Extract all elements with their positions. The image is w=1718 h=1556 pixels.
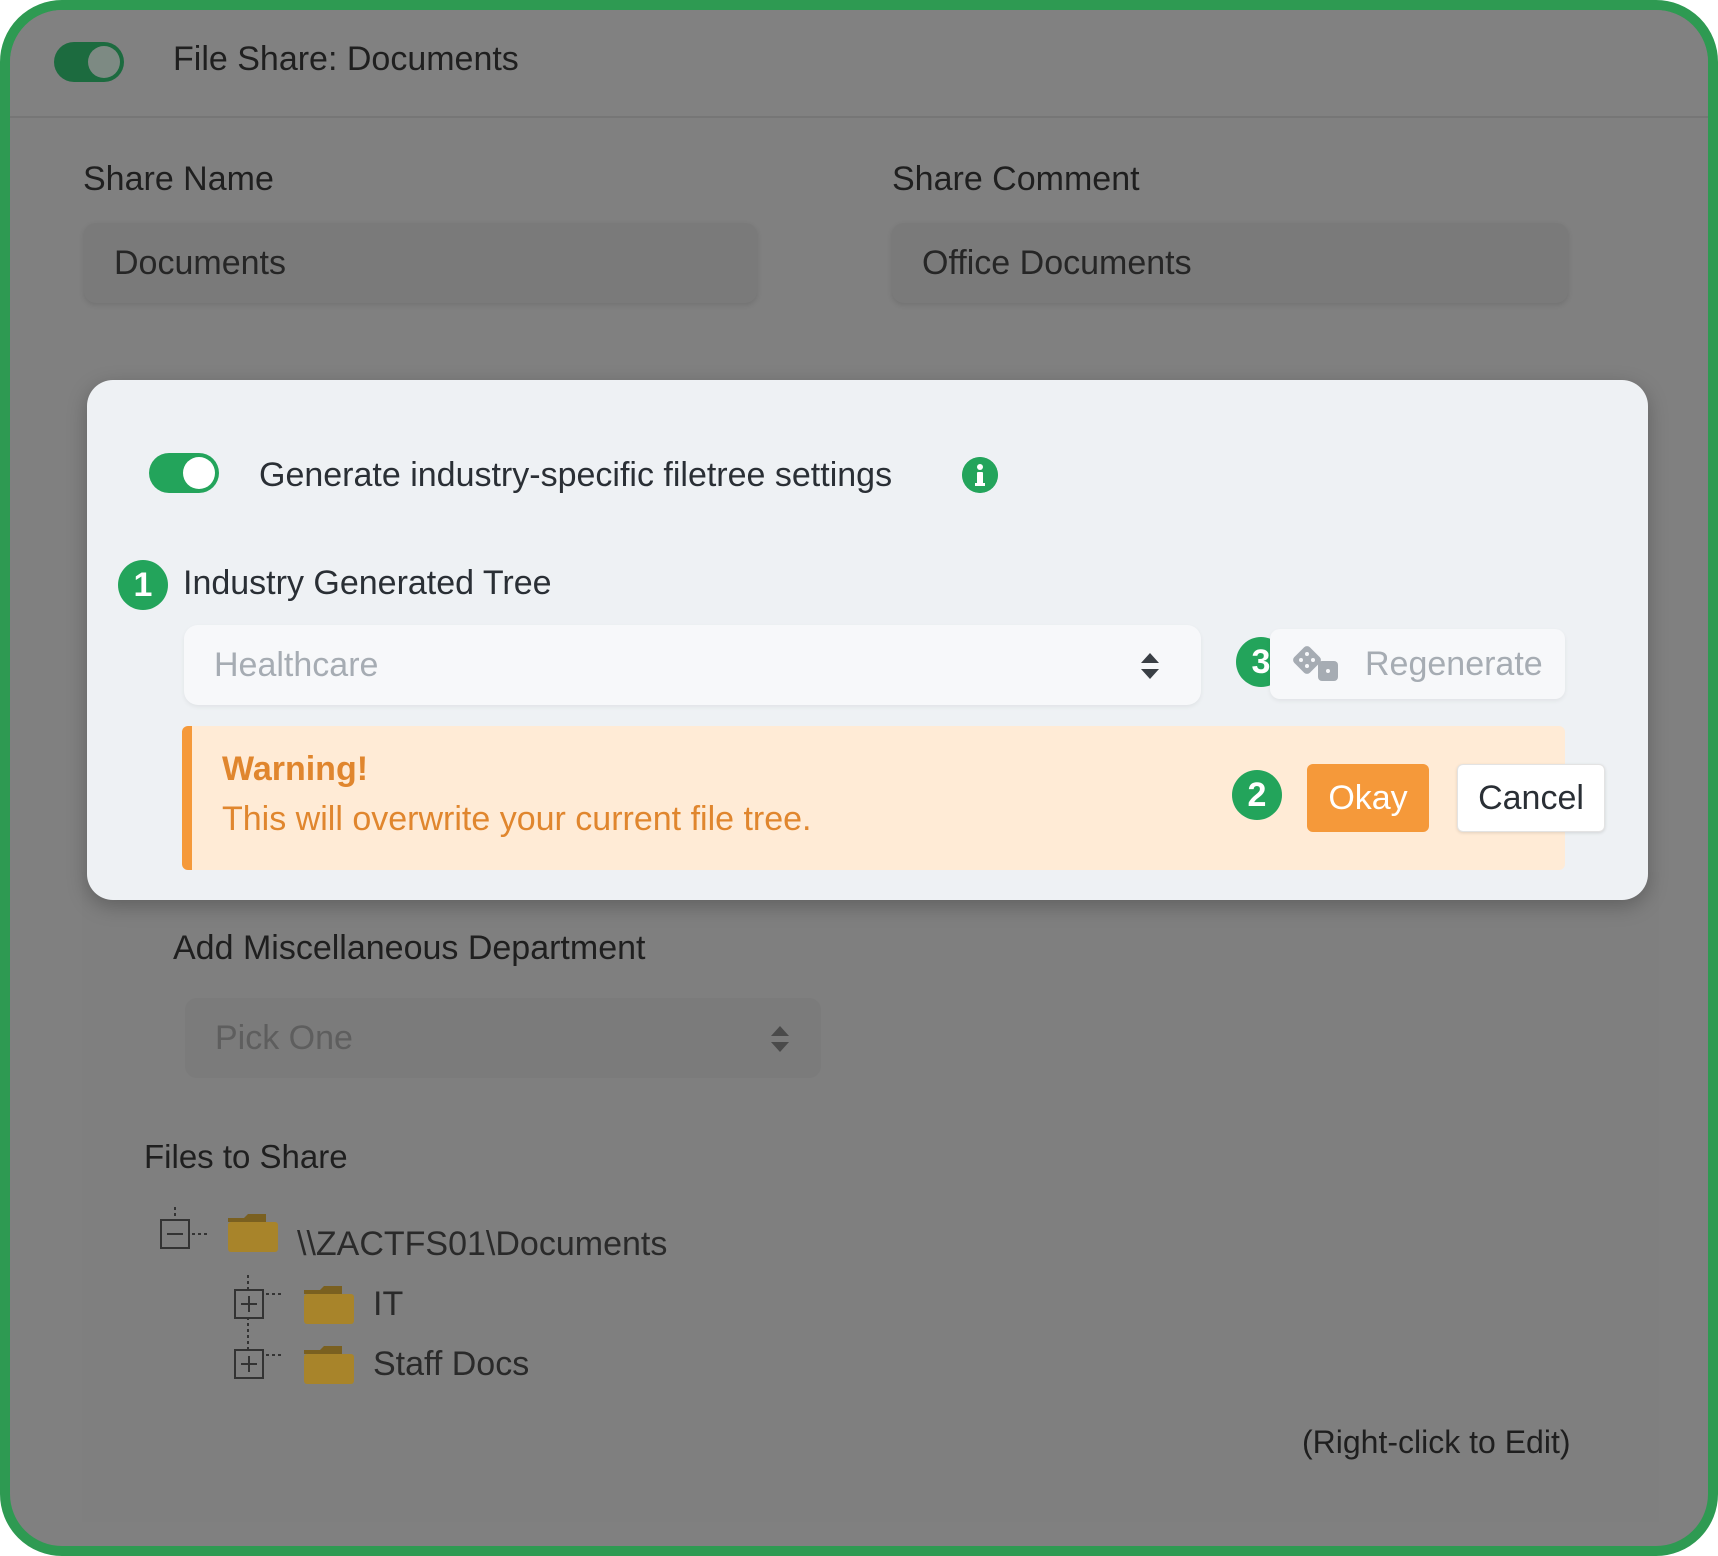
toggle-knob — [88, 46, 120, 78]
step-2-badge: 2 — [1232, 770, 1282, 820]
collapse-icon[interactable] — [160, 1219, 190, 1249]
window-header: File Share: Documents — [10, 10, 1708, 118]
regenerate-button[interactable]: Regenerate — [1270, 629, 1565, 699]
misc-department-label: Add Miscellaneous Department — [173, 929, 646, 967]
tree-item-documents[interactable]: \\ZACTFS01\Documents — [297, 1225, 667, 1264]
files-to-share-label: Files to Share — [144, 1138, 348, 1175]
regenerate-label: Regenerate — [1365, 645, 1543, 683]
file-share-window: File Share: Documents Share Name Documen… — [0, 0, 1718, 1556]
select-arrows-icon — [771, 1026, 789, 1052]
tree-item-staff-docs[interactable]: Staff Docs — [373, 1345, 529, 1384]
warning-message: This will overwrite your current file tr… — [222, 800, 812, 838]
generate-filetree-toggle[interactable] — [149, 453, 219, 493]
expand-icon[interactable] — [234, 1289, 264, 1319]
info-icon[interactable] — [962, 457, 998, 493]
folder-icon — [228, 1214, 278, 1252]
right-click-hint: (Right-click to Edit) — [1302, 1424, 1571, 1460]
tree-item-it[interactable]: IT — [373, 1285, 403, 1324]
generate-filetree-label: Generate industry-specific filetree sett… — [259, 456, 893, 494]
industry-tree-modal: Generate industry-specific filetree sett… — [87, 380, 1648, 900]
page-title: File Share: Documents — [173, 40, 519, 78]
share-name-input[interactable]: Documents — [84, 223, 757, 303]
warning-alert: Warning! This will overwrite your curren… — [182, 726, 1605, 870]
toggle-knob — [183, 457, 215, 489]
warning-title: Warning! — [222, 750, 369, 788]
share-comment-label: Share Comment — [892, 160, 1140, 198]
share-comment-input[interactable]: Office Documents — [892, 223, 1568, 303]
share-enabled-toggle[interactable] — [54, 42, 124, 82]
industry-select-value: Healthcare — [214, 646, 379, 684]
misc-department-select[interactable]: Pick One — [185, 998, 821, 1078]
cancel-button[interactable]: Cancel — [1457, 764, 1605, 832]
misc-department-value: Pick One — [215, 1019, 353, 1057]
folder-icon — [304, 1346, 354, 1384]
industry-tree-label: Industry Generated Tree — [183, 564, 552, 602]
folder-icon — [304, 1286, 354, 1324]
industry-select[interactable]: Healthcare — [184, 625, 1201, 705]
select-arrows-icon — [1141, 653, 1159, 679]
dice-icon — [1293, 646, 1338, 681]
okay-button[interactable]: Okay — [1307, 764, 1429, 832]
expand-icon[interactable] — [234, 1349, 264, 1379]
step-1-badge: 1 — [118, 560, 168, 610]
share-name-label: Share Name — [83, 160, 274, 198]
